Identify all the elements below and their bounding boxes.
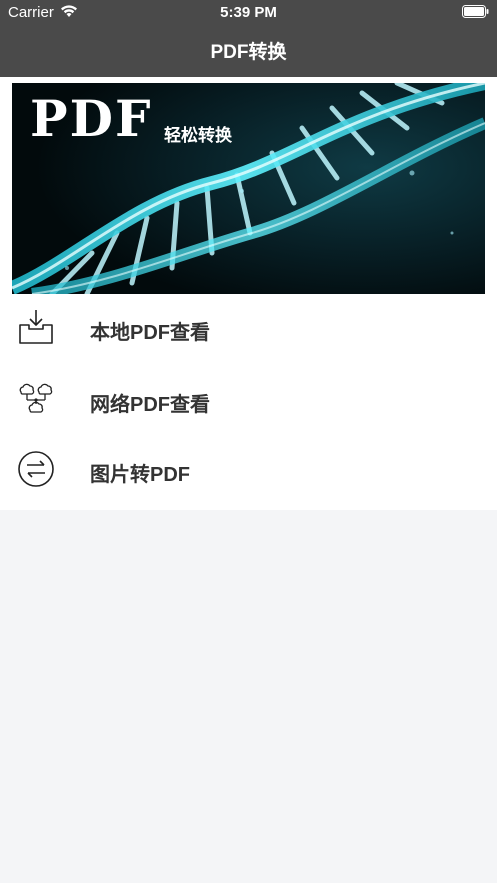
menu-item-label: 本地PDF查看 xyxy=(90,322,210,344)
status-time: 5:39 PM xyxy=(220,4,277,21)
cloud-network-icon xyxy=(19,383,53,413)
menu-item-label: 网络PDF查看 xyxy=(90,394,210,416)
menu-item-label: 图片转PDF xyxy=(90,464,190,486)
banner-subtitle: 轻松转换 xyxy=(164,126,232,145)
inbox-download-icon xyxy=(19,310,53,344)
banner-image: PDF 轻松转换 xyxy=(12,83,485,294)
page-title: PDF转换 xyxy=(210,42,287,63)
menu-item-image-to-pdf[interactable]: 图片转PDF xyxy=(0,436,497,508)
navigation-header: Carrier 5:39 PM PDF转换 xyxy=(0,0,497,77)
banner-logo-text: PDF xyxy=(30,89,153,148)
menu-item-network-pdf[interactable]: 网络PDF查看 xyxy=(0,366,497,438)
status-bar: Carrier 5:39 PM xyxy=(0,0,497,26)
convert-arrows-icon xyxy=(18,451,54,487)
menu-item-local-pdf[interactable]: 本地PDF查看 xyxy=(0,294,497,366)
battery-icon xyxy=(462,5,489,18)
